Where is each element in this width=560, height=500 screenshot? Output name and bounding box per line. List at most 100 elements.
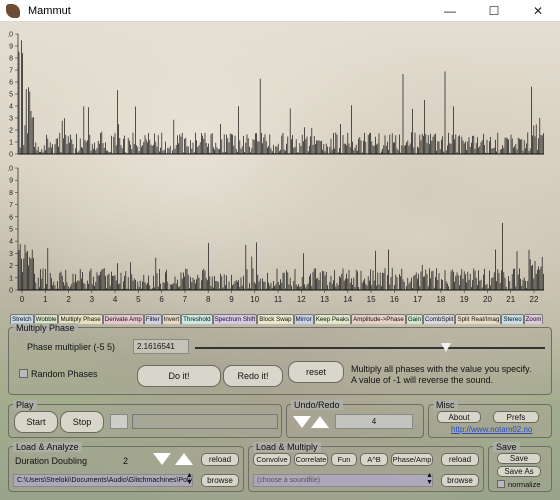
- effect-tab-strip: Stretch Wobble Multiply Phase Derivate Amp F…: [10, 314, 552, 324]
- bottom-plot-x-tick-label: 3: [90, 295, 95, 304]
- undo-redo-panel: Undo/Redo 4: [286, 400, 424, 438]
- bottom-plot-x-tick-label: 16: [390, 295, 399, 304]
- tab-derivate-amp[interactable]: Derivate Amp: [102, 314, 144, 324]
- tab-mirror[interactable]: Mirror: [293, 314, 314, 324]
- bottom-plot-x-tick-label: 20: [483, 295, 492, 304]
- phase-multiplier-slider[interactable]: [195, 347, 545, 349]
- mammut-app-icon: [6, 3, 20, 18]
- decrease-arrow-icon[interactable]: [153, 453, 171, 465]
- spectrum-plot-bottom-svg: 0123456789100123456789101112131415161718…: [8, 166, 544, 304]
- normalize-label: normalize: [508, 480, 541, 489]
- op-phase-amp-button[interactable]: Phase/Amp: [391, 453, 433, 466]
- analysis-mode-label: Duration Doubling: [15, 456, 88, 466]
- undo-arrow-icon[interactable]: [293, 416, 311, 428]
- load-multiply-panel: Load & Multiply Convolve Correlate Fun A^B P…: [248, 442, 484, 492]
- top-plot-y-tick-label: 3: [9, 116, 13, 123]
- stop-button[interactable]: Stop: [60, 411, 104, 433]
- bottom-plot-x-tick-label: 10: [250, 295, 259, 304]
- tab-filter[interactable]: Filter: [143, 314, 162, 324]
- undo-level-value: 4: [335, 414, 413, 429]
- spectrum-plot-top[interactable]: 0 1 2 3 4 5 6 7 8 9 10: [8, 26, 552, 160]
- play-progress-bar[interactable]: [132, 414, 278, 429]
- tab-keep-peaks[interactable]: Keep Peaks: [313, 314, 352, 324]
- bottom-plot-x-tick-label: 12: [297, 295, 306, 304]
- slider-knob-icon[interactable]: [440, 343, 451, 352]
- random-phases-checkbox[interactable]: [19, 369, 28, 378]
- soundfile-path-field[interactable]: C:\Users\Streloki\Documents\Audio\Glitch…: [13, 474, 193, 487]
- minimize-button[interactable]: —: [428, 0, 472, 22]
- load-analyze-panel: Load & Analyze Duration Doubling 2 reloa…: [8, 442, 244, 492]
- play-panel: Play Start Stop: [8, 400, 282, 438]
- multiply-phase-title: Multiply Phase: [13, 323, 78, 333]
- tab-threshold[interactable]: Threshold: [181, 314, 213, 324]
- tab-gain[interactable]: Gain: [405, 314, 423, 324]
- reload-analyze-button[interactable]: reload: [201, 453, 239, 466]
- bottom-plot-x-tick-label: 14: [343, 295, 352, 304]
- top-plot-y-tick-label: 8: [9, 56, 13, 63]
- tab-split-real-imag[interactable]: Split Real/Imag: [455, 314, 502, 324]
- notam-link[interactable]: http://www.notam02.no: [451, 425, 532, 434]
- multiply-soundfile-field[interactable]: (choose a soundfile): [253, 474, 433, 487]
- about-button[interactable]: About: [437, 411, 481, 423]
- bottom-plot-y-tick-label: 4: [9, 239, 13, 246]
- maximize-button[interactable]: ☐: [472, 0, 516, 22]
- bottom-plot-x-tick-label: 7: [183, 295, 188, 304]
- top-plot-y-tick-label: 6: [9, 80, 13, 87]
- tab-block-swap[interactable]: Block Swap: [257, 314, 294, 324]
- multiply-spinner-icon[interactable]: ▲ ▼: [426, 472, 433, 486]
- bottom-plot-x-tick-label: 4: [113, 295, 118, 304]
- spectrum-plot-bottom[interactable]: 0123456789100123456789101112131415161718…: [8, 160, 552, 304]
- top-plot-y-tick-label: 0: [9, 152, 13, 159]
- close-button[interactable]: ✕: [516, 0, 560, 22]
- analysis-mode-value: 2: [123, 456, 129, 466]
- bottom-plot-x-tick-label: 5: [136, 295, 141, 304]
- top-plot-y-tick-label: 4: [9, 104, 13, 111]
- bottom-plot-y-tick-label: 0: [9, 288, 13, 295]
- top-plot-y-tick-label: 1: [9, 140, 13, 147]
- bottom-plot-y-tick-label: 9: [9, 178, 13, 185]
- tab-invert[interactable]: Invert: [161, 314, 182, 324]
- load-multiply-title: Load & Multiply: [253, 442, 321, 452]
- redo-arrow-icon[interactable]: [311, 416, 329, 428]
- window-title: Mammut: [28, 4, 71, 17]
- phase-multiplier-value[interactable]: 2.1616541: [133, 339, 189, 354]
- top-plot-y-tick-label: 7: [9, 68, 13, 75]
- reload-multiply-button[interactable]: reload: [441, 453, 479, 466]
- multiply-phase-panel: Multiply Phase Phase multiplier (-5 5) 2…: [8, 323, 552, 395]
- bottom-plot-x-tick-label: 21: [506, 295, 515, 304]
- bottom-plot-spectrum-bars: [18, 222, 544, 290]
- increase-arrow-icon[interactable]: [175, 453, 193, 465]
- bottom-plot-x-tick-label: 8: [206, 295, 211, 304]
- tab-stereo[interactable]: Stereo: [501, 314, 524, 324]
- save-button[interactable]: Save: [497, 453, 541, 464]
- path-spinner-icon[interactable]: ▲ ▼: [186, 472, 193, 486]
- op-convolve-button[interactable]: Convolve: [253, 453, 291, 466]
- bottom-plot-x-tick-label: 17: [413, 295, 422, 304]
- tab-zoom[interactable]: Zoom: [523, 314, 544, 324]
- bottom-plot-x-tick-label: 22: [530, 295, 539, 304]
- op-a-b-button[interactable]: A^B: [360, 453, 388, 466]
- do-it-button[interactable]: Do it!: [137, 365, 221, 387]
- op-fun-button[interactable]: Fun: [331, 453, 357, 466]
- tab-combsplit[interactable]: CombSplit: [422, 314, 456, 324]
- browse-analyze-button[interactable]: browse: [201, 474, 239, 487]
- random-phases-label: Random Phases: [31, 369, 98, 379]
- op-correlate-button[interactable]: Correlate: [294, 453, 328, 466]
- bottom-plot-x-tick-label: 0: [20, 295, 25, 304]
- reset-button[interactable]: reset: [288, 361, 344, 383]
- save-as-button[interactable]: Save As: [497, 466, 541, 477]
- bottom-plot-x-tick-label: 6: [159, 295, 164, 304]
- browse-multiply-button[interactable]: browse: [441, 474, 479, 487]
- tab-spectrum-shift[interactable]: Spectrum Shift: [212, 314, 258, 324]
- top-plot-spectrum-bars: [18, 40, 544, 154]
- prefs-button[interactable]: Prefs: [493, 411, 539, 423]
- tab-amplitude-phase[interactable]: Amplitude->Phase: [351, 314, 406, 324]
- redo-it-button[interactable]: Redo it!: [223, 365, 283, 387]
- bottom-plot-y-tick-label: 7: [9, 202, 13, 209]
- bottom-plot-y-tick-label: 3: [9, 251, 13, 258]
- misc-title: Misc: [433, 400, 458, 410]
- start-button[interactable]: Start: [14, 411, 58, 433]
- normalize-checkbox[interactable]: [497, 480, 505, 488]
- top-plot-y-tick-label: 2: [9, 128, 13, 135]
- bottom-plot-x-tick-label: 2: [66, 295, 71, 304]
